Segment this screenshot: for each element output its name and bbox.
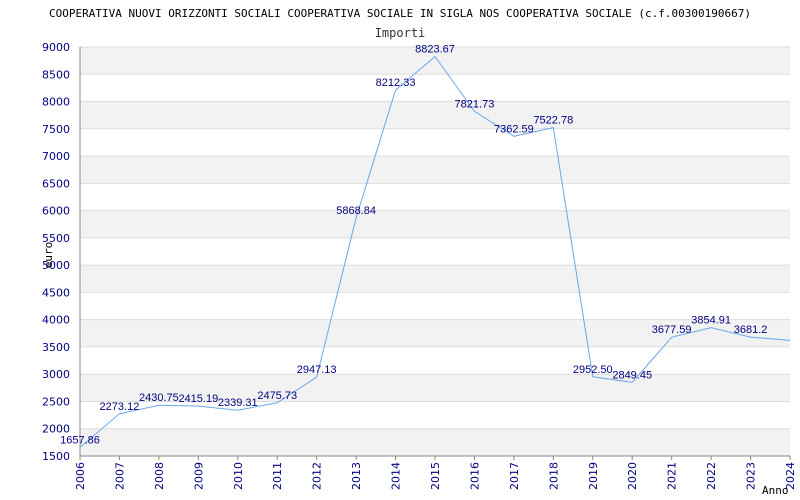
x-tick-label: 2016 xyxy=(468,462,481,490)
x-tick-label: 2011 xyxy=(271,462,284,490)
x-tick-label: 2013 xyxy=(350,462,363,490)
data-label: 2339.31 xyxy=(218,397,258,409)
y-tick-label: 7500 xyxy=(42,123,70,136)
data-label: 7522.78 xyxy=(533,115,573,127)
data-label: 2273.12 xyxy=(100,401,140,413)
x-tick-label: 2010 xyxy=(232,462,245,490)
x-tick-label: 2017 xyxy=(508,462,521,490)
plot-band xyxy=(80,265,790,293)
chart-title: COOPERATIVA NUOVI ORIZZONTI SOCIALI COOP… xyxy=(49,7,751,20)
y-tick-label: 9000 xyxy=(42,41,70,54)
data-label: 3681.2 xyxy=(734,324,768,336)
x-tick-label: 2021 xyxy=(666,462,679,490)
x-tick-label: 2015 xyxy=(429,462,442,490)
data-label: 1657.86 xyxy=(60,434,100,446)
plot-band xyxy=(80,428,790,456)
data-label: 2849.45 xyxy=(612,369,652,381)
y-tick-label: 2500 xyxy=(42,395,70,408)
data-label: 2430.75 xyxy=(139,392,179,404)
x-tick-label: 2022 xyxy=(705,462,718,490)
data-label: 2947.13 xyxy=(297,364,337,376)
x-tick-label: 2023 xyxy=(745,462,758,490)
x-tick-label: 2012 xyxy=(311,462,324,490)
x-tick-label: 2019 xyxy=(587,462,600,490)
x-tick-label: 2018 xyxy=(547,462,560,490)
data-label: 5868.84 xyxy=(336,205,376,217)
y-tick-label: 4000 xyxy=(42,314,70,327)
y-tick-label: 3000 xyxy=(42,368,70,381)
data-label: 2952.50 xyxy=(573,364,613,376)
data-label: 8823.67 xyxy=(415,44,455,56)
data-label: 3854.91 xyxy=(691,315,731,327)
y-tick-label: 3500 xyxy=(42,341,70,354)
data-label: 2475.73 xyxy=(257,390,297,402)
x-tick-label: 2006 xyxy=(74,462,87,490)
x-tick-label: 2020 xyxy=(626,462,639,490)
data-label: 3677.59 xyxy=(652,324,692,336)
x-axis-label: Anno xyxy=(762,484,789,497)
data-label: 8212.33 xyxy=(376,77,416,89)
data-label: 7821.73 xyxy=(455,98,495,110)
x-tick-labels: 2006 2007 2008 2009 2010 2011 2012 2013 2014 2015… xyxy=(74,462,797,490)
plot-band xyxy=(80,210,790,238)
y-tick-label: 4500 xyxy=(42,286,70,299)
x-tick-label: 2008 xyxy=(153,462,166,490)
chart-page: 1500 2000 2500 3000 3500 4000 4500 5000 5500 6000… xyxy=(0,0,800,500)
y-tick-label: 6000 xyxy=(42,205,70,218)
x-tick-label: 2014 xyxy=(390,462,403,490)
y-tick-label: 8000 xyxy=(42,96,70,109)
y-tick-label: 6500 xyxy=(42,177,70,190)
plot-band xyxy=(80,156,790,184)
x-tick-label: 2007 xyxy=(113,462,126,490)
y-tick-label: 8500 xyxy=(42,68,70,81)
y-tick-label: 1500 xyxy=(42,450,70,463)
data-label: 2415.19 xyxy=(178,393,218,405)
chart-subtitle: Importi xyxy=(375,26,426,40)
y-tick-label: 7000 xyxy=(42,150,70,163)
x-tick-label: 2009 xyxy=(192,462,205,490)
plot-band xyxy=(80,101,790,129)
data-label: 7362.59 xyxy=(494,123,534,135)
y-axis-label: euro xyxy=(42,242,55,269)
line-chart: 1500200025003000350040004500500055006000… xyxy=(42,7,797,497)
